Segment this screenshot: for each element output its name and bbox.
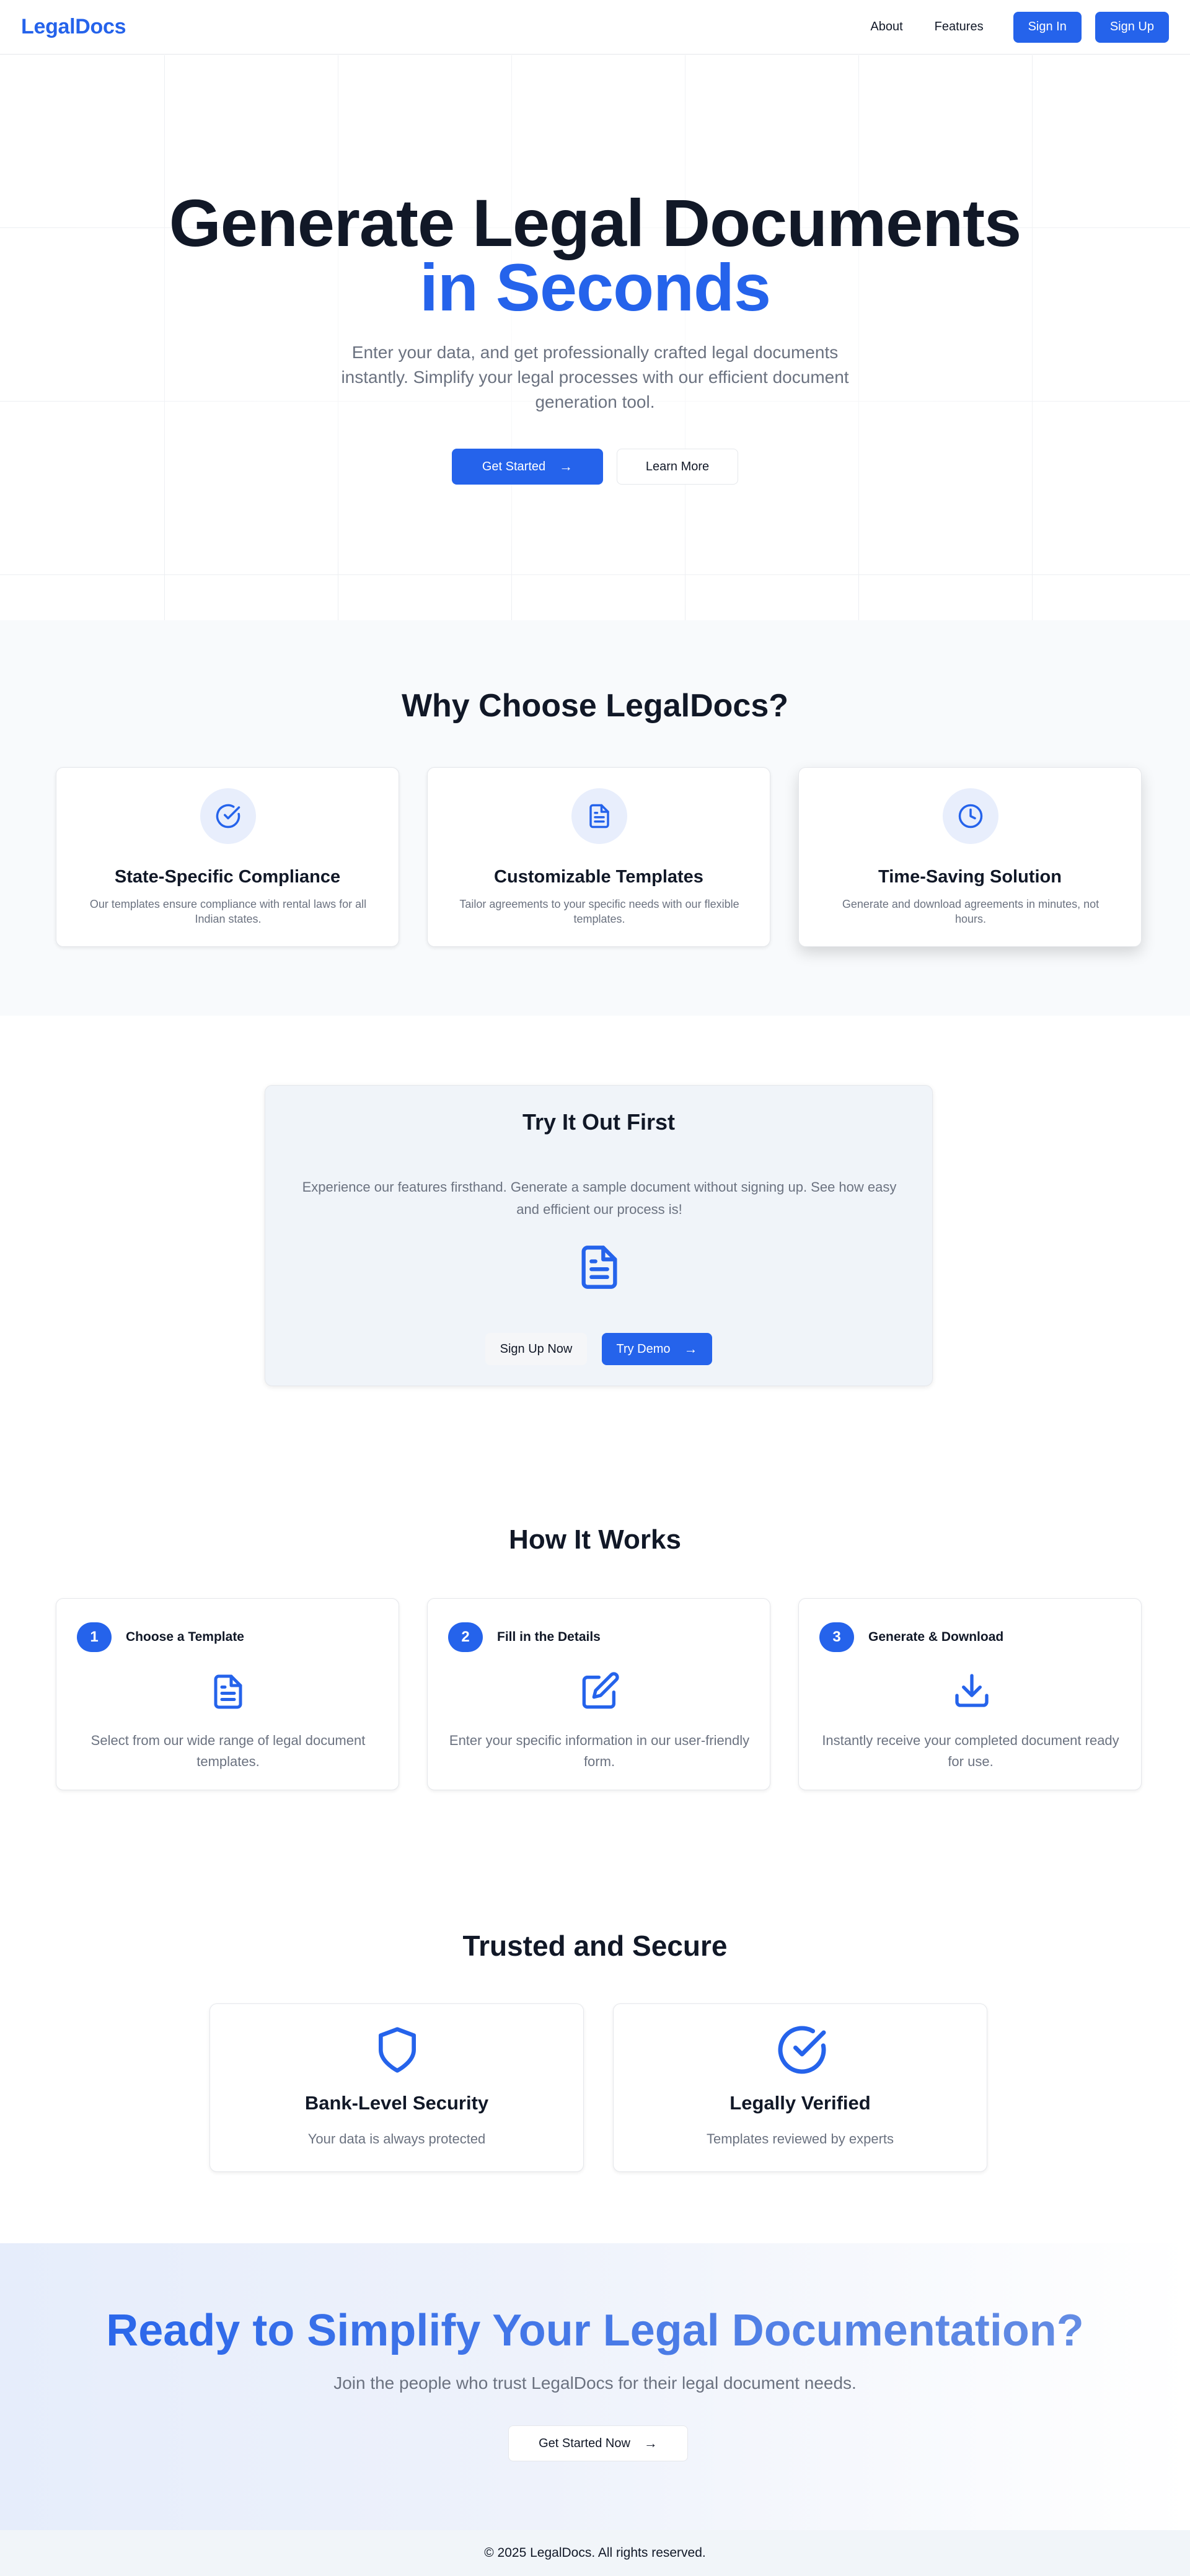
sign-up-now-button[interactable]: Sign Up Now [485, 1333, 587, 1365]
section-title: Trusted and Secure [462, 1930, 728, 1962]
feature-card: Customizable Templates Tailor agreements… [427, 767, 770, 947]
feature-description: Tailor agreements to your specific needs… [459, 898, 739, 925]
section-title: How It Works [509, 1524, 681, 1555]
step-number: 1 [77, 1622, 112, 1652]
check-circle-icon [200, 788, 256, 844]
edit-icon [581, 1671, 620, 1713]
footer: © 2025 LegalDocs. All rights reserved. [0, 2530, 1190, 2576]
try-it-out-card: Try It Out First Experience our features… [265, 1085, 933, 1386]
get-started-button[interactable]: Get Started → [452, 449, 603, 485]
try-demo-button[interactable]: Try Demo → [602, 1333, 712, 1365]
get-started-now-button[interactable]: Get Started Now → [508, 2425, 688, 2461]
clock-icon [943, 788, 998, 844]
step-card: 1 Choose a Template Select from our wide… [56, 1598, 399, 1790]
step-card: 2 Fill in the Details Enter your specifi… [427, 1598, 770, 1790]
try-description: Experience our features firsthand. Gener… [302, 1179, 897, 1217]
hero-subtitle: Enter your data, and get professionally … [341, 343, 849, 411]
feature-title: State-Specific Compliance [114, 867, 341, 887]
sign-up-button[interactable]: Sign Up [1095, 11, 1169, 43]
feature-card: State-Specific Compliance Our templates … [56, 767, 399, 947]
try-title: Try It Out First [522, 1109, 676, 1135]
cta-title: Ready to Simplify Your Legal Documentati… [0, 2305, 1190, 2356]
feature-title: Time-Saving Solution [878, 867, 1062, 887]
step-number: 3 [819, 1622, 854, 1652]
step-title: Fill in the Details [497, 1630, 601, 1644]
trust-title: Legally Verified [729, 2092, 871, 2114]
hero-buttons: Get Started → Learn More [0, 449, 1190, 485]
nav-link-about[interactable]: About [870, 20, 902, 34]
sign-in-button[interactable]: Sign In [1013, 11, 1082, 43]
feature-title: Customizable Templates [494, 867, 703, 887]
arrow-right-icon: → [684, 1341, 698, 1356]
step-description: Instantly receive your completed documen… [822, 1733, 1119, 1769]
step-description: Select from our wide range of legal docu… [90, 1733, 366, 1769]
step-card: 3 Generate & Download Instantly receive … [798, 1598, 1142, 1790]
document-icon [571, 788, 627, 844]
feature-description: Generate and download agreements in minu… [842, 898, 1100, 925]
top-navbar: LegalDocs About Features Sign In Sign Up [0, 0, 1190, 55]
trust-description: Templates reviewed by experts [706, 2131, 894, 2147]
cta-subtitle: Join the people who trust LegalDocs for … [333, 2373, 857, 2393]
copyright-text: © 2025 LegalDocs. All rights reserved. [484, 2546, 706, 2560]
trust-card: Legally Verified Templates reviewed by e… [613, 2003, 987, 2172]
arrow-right-icon: → [643, 2435, 658, 2451]
feature-description: Our templates ensure compliance with ren… [89, 898, 367, 925]
hero-title-highlight: in Seconds [419, 250, 771, 325]
section-title: Why Choose LegalDocs? [401, 688, 789, 724]
trust-title: Bank-Level Security [304, 2092, 489, 2114]
try-buttons: Sign Up Now Try Demo → [265, 1333, 932, 1365]
nav-link-features[interactable]: Features [935, 20, 984, 34]
step-description: Enter your specific information in our u… [449, 1733, 750, 1769]
arrow-right-icon: → [559, 459, 573, 474]
step-title: Generate & Download [868, 1630, 1004, 1644]
document-icon [209, 1671, 247, 1716]
trust-description: Your data is always protected [307, 2131, 486, 2147]
nav-actions: About Features Sign In Sign Up [870, 11, 1169, 43]
step-number: 2 [448, 1622, 483, 1652]
logo[interactable]: LegalDocs [21, 15, 126, 39]
feature-card: Time-Saving Solution Generate and downlo… [798, 767, 1142, 947]
document-icon [576, 1241, 623, 1297]
shield-icon [372, 2023, 422, 2080]
cta-section: Ready to Simplify Your Legal Documentati… [0, 2243, 1190, 2530]
trust-card: Bank-Level Security Your data is always … [209, 2003, 584, 2172]
check-circle-icon [776, 2023, 828, 2080]
step-title: Choose a Template [126, 1630, 244, 1644]
why-choose-section: Why Choose LegalDocs? State-Specific Com… [0, 620, 1190, 1016]
hero-section: Generate Legal Documents in Seconds Ente… [0, 55, 1190, 620]
download-icon [952, 1671, 992, 1713]
learn-more-button[interactable]: Learn More [617, 449, 738, 485]
hero-title: Generate Legal Documents [169, 185, 1021, 260]
